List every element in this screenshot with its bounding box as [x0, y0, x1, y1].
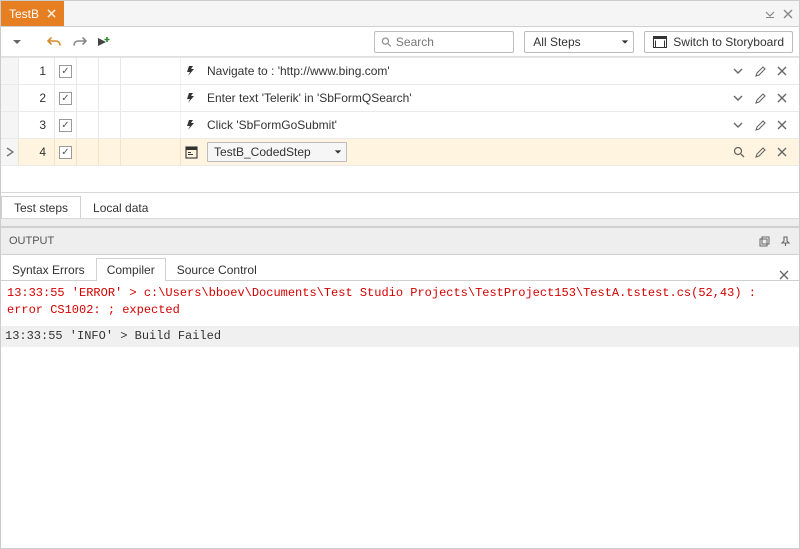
coded-step-icon: [181, 146, 201, 159]
tab-local-data[interactable]: Local data: [80, 197, 161, 218]
step-row[interactable]: 3 ✓ Click 'SbFormGoSubmit': [1, 112, 799, 139]
step-enabled-checkbox[interactable]: ✓: [59, 119, 72, 132]
close-pane-icon[interactable]: [783, 9, 793, 19]
file-tab-label: TestB: [9, 7, 39, 21]
edit-step-icon[interactable]: [755, 120, 767, 131]
action-icon: [181, 92, 201, 104]
tab-compiler[interactable]: Compiler: [96, 258, 166, 281]
step-number: 2: [19, 85, 55, 111]
output-panel-header: OUTPUT: [1, 227, 799, 255]
delete-step-icon[interactable]: [777, 120, 789, 130]
window-menu-icon[interactable]: [765, 9, 775, 19]
switch-storyboard-button[interactable]: Switch to Storyboard: [644, 31, 793, 53]
step-enabled-checkbox[interactable]: ✓: [59, 65, 72, 78]
expand-step-icon[interactable]: [733, 93, 745, 103]
row-gutter: [1, 58, 19, 84]
pin-icon[interactable]: [780, 236, 791, 247]
delete-step-icon[interactable]: [777, 147, 789, 157]
expand-step-icon[interactable]: [733, 120, 745, 130]
output-body: 13:33:55 'ERROR' > c:\Users\bboev\Docume…: [1, 281, 799, 351]
steps-filter-select[interactable]: All Steps: [524, 31, 634, 53]
add-step-icon[interactable]: [93, 32, 113, 52]
step-enabled-checkbox[interactable]: ✓: [59, 92, 72, 105]
popout-icon[interactable]: [759, 236, 770, 247]
row-gutter: [1, 85, 19, 111]
action-icon: [181, 65, 201, 77]
toolbar-dropdown-icon[interactable]: [7, 32, 27, 52]
output-tabs: Syntax Errors Compiler Source Control: [1, 255, 799, 281]
step-row[interactable]: 1 ✓ Navigate to : 'http://www.bing.com': [1, 58, 799, 85]
edit-step-icon[interactable]: [755, 66, 767, 77]
step-description: Navigate to : 'http://www.bing.com': [201, 64, 723, 78]
action-icon: [181, 119, 201, 131]
steps-filter-label: All Steps: [533, 35, 580, 49]
step-row[interactable]: 2 ✓ Enter text 'Telerik' in 'SbFormQSear…: [1, 85, 799, 112]
window-controls: [759, 1, 799, 26]
step-enabled-checkbox[interactable]: ✓: [59, 146, 72, 159]
undo-icon[interactable]: [45, 32, 65, 52]
redo-icon[interactable]: [69, 32, 89, 52]
output-error-line: 13:33:55 'ERROR' > c:\Users\bboev\Docume…: [7, 285, 793, 320]
step-row-selected[interactable]: 4 ✓ TestB_CodedStep: [1, 139, 799, 166]
file-tab-strip: TestB: [1, 1, 799, 27]
step-number: 3: [19, 112, 55, 138]
delete-step-icon[interactable]: [777, 93, 789, 103]
edit-step-icon[interactable]: [755, 147, 767, 158]
close-icon[interactable]: [47, 9, 56, 18]
expand-step-icon[interactable]: [733, 66, 745, 76]
coded-step-name: TestB_CodedStep: [214, 145, 311, 159]
tab-source-control[interactable]: Source Control: [166, 258, 268, 281]
row-gutter-current: [1, 139, 19, 165]
storyboard-icon: [653, 36, 667, 48]
step-number: 4: [19, 139, 55, 165]
row-gutter: [1, 112, 19, 138]
delete-step-icon[interactable]: [777, 66, 789, 76]
tab-test-steps[interactable]: Test steps: [1, 196, 81, 218]
file-tab[interactable]: TestB: [1, 1, 64, 26]
switch-storyboard-label: Switch to Storyboard: [673, 35, 784, 49]
tab-syntax-errors[interactable]: Syntax Errors: [1, 258, 96, 281]
step-description: Enter text 'Telerik' in 'SbFormQSearch': [201, 91, 723, 105]
output-title: OUTPUT: [9, 235, 54, 247]
search-input-wrapper[interactable]: [374, 31, 514, 53]
search-icon: [381, 36, 392, 48]
output-close-icon[interactable]: [769, 270, 799, 280]
steps-grid: 1 ✓ Navigate to : 'http://www.bing.com' …: [1, 57, 799, 166]
step-number: 1: [19, 58, 55, 84]
view-code-icon[interactable]: [733, 146, 745, 158]
toolbar: All Steps Switch to Storyboard: [1, 27, 799, 57]
step-description: Click 'SbFormGoSubmit': [201, 118, 723, 132]
search-input[interactable]: [396, 35, 507, 49]
coded-step-select[interactable]: TestB_CodedStep: [207, 142, 347, 162]
output-info-line: 13:33:55 'INFO' > Build Failed: [1, 326, 799, 347]
edit-step-icon[interactable]: [755, 93, 767, 104]
editor-bottom-tabs: Test steps Local data: [1, 192, 799, 219]
